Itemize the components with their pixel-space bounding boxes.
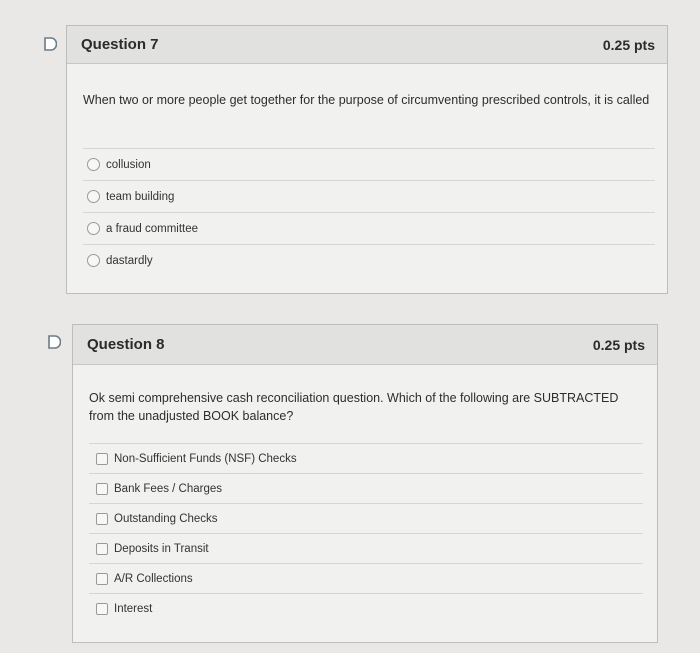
checkbox[interactable] [96,542,108,555]
answer-label: Bank Fees / Charges [114,482,223,495]
answer-option[interactable]: Deposits in Transit [89,533,643,563]
checkbox[interactable] [96,512,108,525]
answer-label: team building [106,190,175,203]
answer-option[interactable]: dastardly [83,244,655,276]
answer-label: Interest [114,602,153,615]
question-text: When two or more people get together for… [83,93,650,107]
answer-list: Non-Sufficient Funds (NSF) Checks Bank F… [89,443,643,623]
checkbox[interactable] [96,482,108,495]
answer-label: Non-Sufficient Funds (NSF) Checks [114,452,297,465]
question-points: 0.25 pts [602,36,655,53]
answer-option[interactable]: Non-Sufficient Funds (NSF) Checks [89,443,643,473]
question-header: Question 7 0.25 pts [67,26,667,64]
answer-list: collusion team building a fraud committe… [83,148,655,276]
answer-option[interactable]: Interest [89,593,643,623]
radio-button[interactable] [87,190,100,203]
answer-label: Deposits in Transit [114,542,209,555]
checkbox[interactable] [96,572,108,585]
checkbox[interactable] [96,602,108,615]
answer-label: A/R Collections [114,572,193,585]
answer-option[interactable]: A/R Collections [89,563,643,593]
answer-label: collusion [106,158,151,171]
answer-label: a fraud committee [106,222,199,235]
answer-label: dastardly [106,254,153,267]
question-title: Question 7 [81,36,159,53]
answer-option[interactable]: a fraud committee [83,212,655,244]
answer-option[interactable]: Outstanding Checks [89,503,643,533]
answer-option[interactable]: Bank Fees / Charges [89,473,643,503]
radio-button[interactable] [87,222,100,235]
radio-button[interactable] [87,158,100,171]
answer-label: Outstanding Checks [114,512,218,525]
flag-icon[interactable] [43,37,57,51]
checkbox[interactable] [96,452,108,465]
question-8-card: Question 8 0.25 pts Ok semi comprehensiv… [72,324,658,643]
radio-button[interactable] [87,254,100,267]
answer-option[interactable]: collusion [83,148,655,180]
question-7-card: Question 7 0.25 pts When two or more peo… [66,25,668,294]
question-header: Question 8 0.25 pts [73,325,657,365]
answer-option[interactable]: team building [83,180,655,212]
question-text: Ok semi comprehensive cash reconciliatio… [89,391,619,423]
question-title: Question 8 [87,336,165,353]
flag-icon[interactable] [47,335,61,349]
question-points: 0.25 pts [592,336,645,353]
